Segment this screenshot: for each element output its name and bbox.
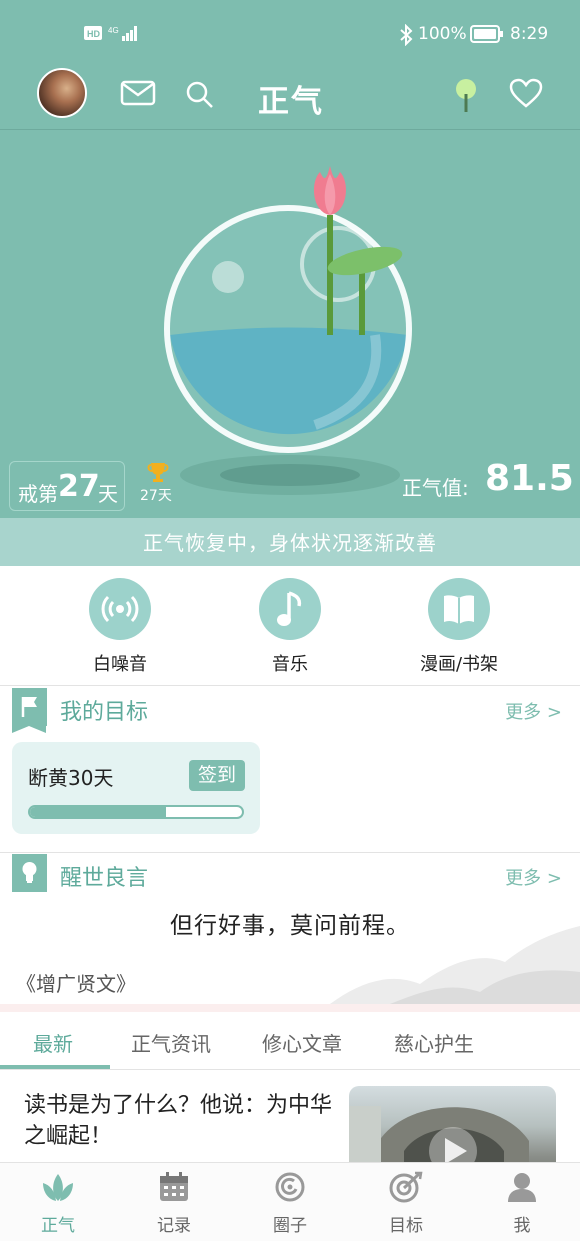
section-title: 我的目标 xyxy=(60,700,149,725)
tab-news[interactable]: 正气资讯 xyxy=(131,1028,211,1057)
goals-more-link[interactable]: 更多 > xyxy=(505,698,562,724)
calendar-icon xyxy=(158,1171,190,1203)
white-noise-button[interactable]: 白噪音 xyxy=(50,578,190,676)
bottom-nav: 正气 记录 圈子 目标 我 xyxy=(0,1162,580,1241)
heart-icon[interactable] xyxy=(509,78,543,108)
streak-prefix: 戒第 xyxy=(18,482,58,506)
quotes-more-link[interactable]: 更多 > xyxy=(505,864,562,890)
status-banner: 正气恢复中，身体状况逐渐改善 xyxy=(0,518,580,566)
broadcast-icon xyxy=(89,578,151,640)
person-icon xyxy=(506,1171,538,1203)
clock: 8:29 xyxy=(510,24,549,44)
tab-indicator xyxy=(0,1065,110,1069)
lightbulb-icon xyxy=(12,854,47,899)
nav-label: 我 xyxy=(513,1216,531,1236)
battery-icon xyxy=(470,25,504,43)
goal-name: 断黄30天 xyxy=(28,766,114,790)
article-item[interactable]: 读书是为了什么？他说：为中华之崛起！ xyxy=(0,1070,580,1165)
section-title: 醒世良言 xyxy=(60,866,149,891)
value-score: 81.5 xyxy=(485,458,574,499)
checkin-button[interactable]: 签到 xyxy=(189,760,245,791)
nav-label: 正气 xyxy=(41,1216,75,1236)
quote-card[interactable]: 但行好事，莫问前程。 《增广贤文》 xyxy=(0,892,580,1004)
nav-label: 圈子 xyxy=(273,1216,307,1236)
quote-text: 但行好事，莫问前程。 xyxy=(170,913,410,939)
value-label: 正气值: xyxy=(402,476,469,500)
trophy-icon xyxy=(146,460,170,484)
streak-counter: 戒第 27 天 xyxy=(9,461,125,511)
streak-suffix: 天 xyxy=(98,482,118,506)
article-thumbnail xyxy=(349,1086,556,1165)
page-title: 正气 xyxy=(258,84,324,120)
flag-icon xyxy=(12,688,47,733)
article-title: 读书是为了什么？他说：为中华之崛起！ xyxy=(24,1093,333,1149)
app-header: 正气 xyxy=(0,66,580,130)
svg-text:4G: 4G xyxy=(108,26,119,35)
goals-header: 我的目标 更多 > xyxy=(0,688,580,733)
battery-percent: 100% xyxy=(418,24,467,44)
tab-articles[interactable]: 修心文章 xyxy=(262,1028,342,1057)
nav-records[interactable]: 记录 xyxy=(116,1171,232,1236)
music-button[interactable]: 音乐 xyxy=(220,578,360,676)
nav-label: 记录 xyxy=(157,1216,191,1236)
bluetooth-icon xyxy=(398,24,414,46)
nav-home[interactable]: 正气 xyxy=(0,1171,116,1236)
nav-goals[interactable]: 目标 xyxy=(348,1171,464,1236)
news-tabs: 最新 正气资讯 修心文章 慈心护生 xyxy=(0,1012,580,1070)
divider xyxy=(0,852,580,853)
circle-icon xyxy=(274,1171,306,1203)
status-bar: HD 4G 100% 8:29 xyxy=(0,0,580,66)
tab-compassion[interactable]: 慈心护生 xyxy=(394,1028,474,1057)
nav-label: 目标 xyxy=(389,1216,423,1236)
quick-actions: 白噪音 音乐 漫画/书架 xyxy=(0,566,580,686)
target-icon xyxy=(389,1171,423,1203)
streak-days: 27 xyxy=(58,469,100,504)
goal-progress-bar xyxy=(28,805,244,819)
goal-card[interactable]: 断黄30天 签到 xyxy=(12,742,260,834)
avatar[interactable] xyxy=(37,68,87,118)
comics-bookshelf-button[interactable]: 漫画/书架 xyxy=(389,578,529,676)
mail-icon[interactable] xyxy=(120,80,156,106)
nav-me[interactable]: 我 xyxy=(464,1171,580,1236)
tree-icon[interactable] xyxy=(455,78,477,114)
section-separator xyxy=(0,1004,580,1012)
qa-label: 白噪音 xyxy=(93,654,147,675)
play-icon[interactable] xyxy=(441,1136,469,1165)
best-streak: 27天 xyxy=(140,488,172,504)
lotus-icon xyxy=(39,1171,77,1203)
lotus-bowl-illustration xyxy=(140,160,440,510)
book-icon xyxy=(428,578,490,640)
tab-latest[interactable]: 最新 xyxy=(33,1028,73,1057)
qa-label: 音乐 xyxy=(272,654,308,675)
svg-text:HD: HD xyxy=(87,29,100,39)
quote-source: 《增广贤文》 xyxy=(16,972,136,996)
goal-progress-fill xyxy=(30,807,166,817)
music-note-icon xyxy=(259,578,321,640)
nav-circle[interactable]: 圈子 xyxy=(232,1171,348,1236)
network-icon: HD 4G xyxy=(84,24,138,44)
search-icon[interactable] xyxy=(185,80,215,110)
qa-label: 漫画/书架 xyxy=(419,654,499,675)
